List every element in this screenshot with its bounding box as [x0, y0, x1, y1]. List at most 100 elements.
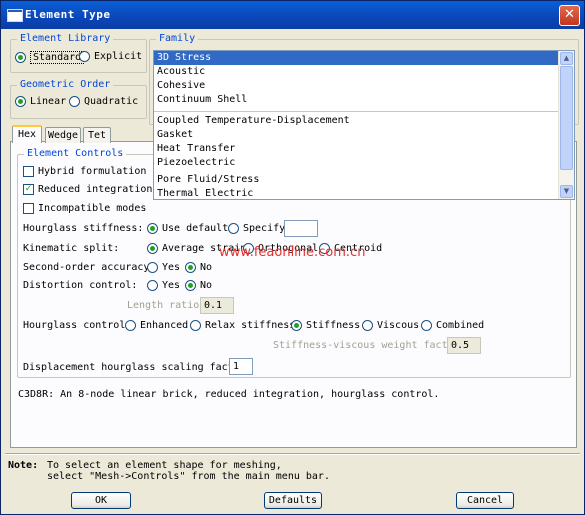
scroll-down-icon[interactable]: ▼: [560, 185, 573, 198]
standard-radio[interactable]: Standard: [15, 51, 85, 64]
reduced-integration-checkbox[interactable]: ✓ Reduced integration: [23, 184, 152, 195]
kinematic-split-label: Kinematic split:: [23, 243, 120, 254]
linear-radio-indicator[interactable]: [15, 96, 26, 107]
enhanced-label: Enhanced: [140, 320, 189, 331]
enhanced-radio[interactable]: Enhanced: [125, 320, 188, 331]
hybrid-formulation-checkbox[interactable]: Hybrid formulation: [23, 166, 146, 177]
hybrid-formulation-label: Hybrid formulation: [38, 166, 147, 177]
second-order-yes-radio[interactable]: Yes: [147, 262, 180, 273]
quadratic-radio-indicator[interactable]: [69, 96, 80, 107]
hybrid-formulation-box[interactable]: [23, 166, 34, 177]
use-default-radio-indicator[interactable]: [147, 223, 158, 234]
watermark: www.feaonline.com.cn: [219, 245, 366, 260]
reduced-integration-label: Reduced integration: [38, 184, 153, 195]
family-list[interactable]: 3D Stress Acoustic Cohesive Continuum Sh…: [153, 50, 575, 200]
stiffness-radio-indicator[interactable]: [291, 320, 302, 331]
relax-stiffness-radio[interactable]: Relax stiffness: [190, 320, 295, 331]
use-default-label: Use default: [162, 223, 229, 234]
distortion-yes-radio[interactable]: Yes: [147, 280, 180, 291]
second-order-accuracy-label: Second-order accuracy:: [23, 262, 156, 273]
distortion-no-radio[interactable]: No: [185, 280, 212, 291]
element-library-legend: Element Library: [17, 33, 114, 44]
cancel-button[interactable]: Cancel: [456, 492, 514, 509]
stiffness-viscous-weight-input[interactable]: 0.5: [447, 337, 481, 354]
close-button[interactable]: ✕: [559, 5, 580, 26]
average-strain-radio-indicator[interactable]: [147, 243, 158, 254]
standard-radio-indicator[interactable]: [15, 52, 26, 63]
family-legend: Family: [156, 33, 199, 44]
family-item[interactable]: Cohesive: [154, 79, 558, 93]
reduced-integration-box[interactable]: ✓: [23, 184, 34, 195]
family-item[interactable]: Acoustic: [154, 65, 558, 79]
second-order-no-label: No: [200, 262, 213, 273]
scroll-up-icon[interactable]: ▲: [560, 52, 573, 65]
hourglass-stiffness-label: Hourglass stiffness:: [23, 223, 144, 234]
length-ratio-input[interactable]: 0.1: [200, 297, 234, 314]
hourglass-control-label: Hourglass control:: [23, 320, 132, 331]
linear-radio-label: Linear: [30, 96, 67, 107]
family-item[interactable]: Thermal Electric: [154, 187, 558, 199]
tab-tet[interactable]: Tet: [83, 127, 111, 143]
second-order-no-indicator[interactable]: [185, 262, 196, 273]
distortion-no-indicator[interactable]: [185, 280, 196, 291]
incompatible-modes-label: Incompatible modes: [38, 203, 147, 214]
family-item[interactable]: Heat Transfer: [154, 142, 558, 156]
distortion-no-label: No: [200, 280, 213, 291]
family-item[interactable]: 3D Stress: [154, 51, 558, 65]
family-item[interactable]: Pore Fluid/Stress: [154, 173, 558, 187]
stiffness-viscous-weight-label: Stiffness-viscous weight factor:: [273, 340, 466, 351]
family-item[interactable]: Piezoelectric: [154, 156, 558, 170]
incompatible-modes-box[interactable]: [23, 203, 34, 214]
relax-stiffness-label: Relax stiffness: [205, 320, 296, 331]
displacement-scaling-label: Displacement hourglass scaling factor:: [23, 362, 252, 373]
explicit-radio-indicator[interactable]: [79, 51, 90, 62]
family-item[interactable]: Gasket: [154, 128, 558, 142]
quadratic-radio[interactable]: Quadratic: [69, 96, 138, 107]
geometric-order-legend: Geometric Order: [17, 79, 114, 90]
distortion-yes-indicator[interactable]: [147, 280, 158, 291]
explicit-radio[interactable]: Explicit: [79, 51, 142, 62]
combined-radio-indicator[interactable]: [421, 320, 432, 331]
family-item[interactable]: Continuum Shell: [154, 93, 558, 107]
element-type-dialog: Element Type ✕ Element Library Standard …: [0, 0, 585, 515]
specify-radio-indicator[interactable]: [228, 223, 239, 234]
stiffness-label: Stiffness: [306, 320, 361, 331]
tab-hex[interactable]: Hex: [12, 125, 42, 143]
viscous-radio[interactable]: Viscous: [362, 320, 419, 331]
relax-stiffness-radio-indicator[interactable]: [190, 320, 201, 331]
linear-radio[interactable]: Linear: [15, 96, 66, 107]
hourglass-stiffness-input[interactable]: [284, 220, 318, 237]
ok-button[interactable]: OK: [71, 492, 131, 509]
divider: [5, 453, 580, 455]
explicit-radio-label: Explicit: [94, 51, 143, 62]
defaults-button[interactable]: Defaults: [264, 492, 322, 509]
distortion-control-label: Distortion control:: [23, 280, 138, 291]
note-prefix: Note:: [8, 460, 39, 471]
specify-radio[interactable]: Specify: [228, 223, 285, 234]
quadratic-radio-label: Quadratic: [84, 96, 139, 107]
second-order-no-radio[interactable]: No: [185, 262, 212, 273]
second-order-yes-label: Yes: [162, 262, 181, 273]
second-order-yes-indicator[interactable]: [147, 262, 158, 273]
family-item[interactable]: Coupled Temperature-Displacement: [154, 114, 558, 128]
stiffness-radio[interactable]: Stiffness: [291, 320, 360, 331]
displacement-scaling-input[interactable]: 1: [229, 358, 253, 375]
window-icon: [7, 9, 23, 22]
element-description: C3D8R: An 8-node linear brick, reduced i…: [18, 389, 440, 400]
use-default-radio[interactable]: Use default: [147, 223, 228, 234]
combined-radio[interactable]: Combined: [421, 320, 484, 331]
viscous-radio-indicator[interactable]: [362, 320, 373, 331]
standard-radio-label: Standard: [30, 51, 85, 64]
length-ratio-label: Length ratio:: [127, 300, 206, 311]
element-controls-legend: Element Controls: [24, 148, 127, 159]
distortion-yes-label: Yes: [162, 280, 181, 291]
specify-label: Specify: [243, 223, 286, 234]
title-bar: Element Type ✕: [1, 1, 584, 29]
incompatible-modes-checkbox[interactable]: Incompatible modes: [23, 203, 146, 214]
scroll-thumb[interactable]: [560, 66, 573, 170]
tab-wedge[interactable]: Wedge: [45, 127, 81, 143]
window-title: Element Type: [25, 8, 111, 21]
enhanced-radio-indicator[interactable]: [125, 320, 136, 331]
note-line-1: To select an element shape for meshing,: [47, 460, 282, 471]
family-scrollbar[interactable]: ▲ ▼: [558, 51, 574, 199]
